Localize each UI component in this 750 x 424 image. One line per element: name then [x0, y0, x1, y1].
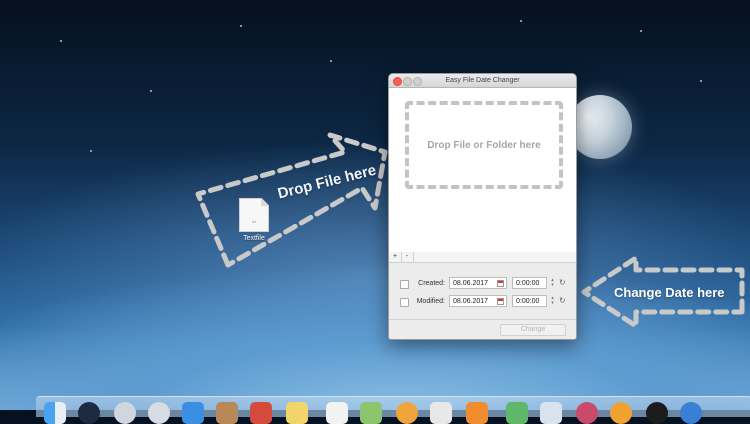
created-label: Created: [418, 280, 445, 287]
created-time-value: 0:00:00 [516, 280, 540, 287]
calendar-icon[interactable] [497, 298, 504, 305]
star [700, 80, 702, 82]
star [60, 40, 62, 42]
star [520, 20, 522, 22]
change-button[interactable]: Change [500, 324, 566, 336]
trash-icon[interactable] [680, 402, 702, 424]
itunes-icon[interactable] [466, 402, 488, 424]
created-time-field[interactable]: 0:00:00 [512, 277, 547, 289]
created-date-field[interactable]: 08.06.2017 [449, 277, 507, 289]
modified-time-value: 0:00:00 [516, 298, 540, 305]
mail-icon[interactable] [148, 402, 170, 424]
drop-file-annotation: Drop File here [276, 161, 378, 203]
modified-date-field[interactable]: 08.06.2017 [449, 295, 507, 307]
preferences-icon[interactable] [576, 402, 598, 424]
title-bar[interactable]: Easy File Date Changer [389, 74, 576, 88]
divider [389, 319, 576, 320]
appstore-icon[interactable] [540, 402, 562, 424]
messages-icon[interactable] [396, 402, 418, 424]
file-drop-area[interactable]: Drop File or Folder here [389, 88, 576, 253]
star [640, 30, 642, 32]
drop-area-text: Drop File or Folder here [427, 139, 541, 151]
file-extension: txt [251, 219, 257, 224]
created-time-stepper[interactable]: ▴ ▾ [550, 278, 555, 288]
moon-wallpaper-element [568, 95, 632, 159]
created-date-value: 08.06.2017 [453, 280, 489, 287]
zoom-button[interactable] [413, 77, 422, 86]
file-name: Textfile [243, 235, 265, 242]
facetime-icon[interactable] [430, 402, 452, 424]
drop-target-box[interactable]: Drop File or Folder here [405, 101, 563, 189]
created-row: Created: 08.06.2017 0:00:00 ▴ ▾ ↻ [389, 277, 576, 291]
downloads-icon[interactable] [610, 402, 632, 424]
safari-icon[interactable] [114, 402, 136, 424]
annotation-arrows [195, 132, 745, 329]
calendar-icon[interactable] [497, 280, 504, 287]
change-date-annotation: Change Date here [614, 285, 725, 300]
ibooks-icon[interactable] [506, 402, 528, 424]
reset-icon[interactable]: ↻ [559, 297, 566, 305]
launchpad-icon[interactable] [78, 402, 100, 424]
modified-time-field[interactable]: 0:00:00 [512, 295, 547, 307]
desktop-file[interactable]: txt Textfile [232, 198, 276, 242]
star [150, 90, 152, 92]
star [90, 150, 92, 152]
remove-button[interactable]: - [401, 252, 414, 262]
close-button[interactable] [393, 77, 402, 86]
list-controls: + - [389, 252, 576, 263]
photos-icon[interactable] [360, 402, 382, 424]
text-file-icon: txt [239, 198, 269, 232]
finder-icon[interactable] [44, 402, 66, 424]
modified-label: Modified: [416, 298, 445, 305]
dock [36, 396, 750, 424]
modified-row: Modified: 08.06.2017 0:00:00 ▴ ▾ ↻ [389, 295, 576, 309]
reminders-icon[interactable] [286, 402, 308, 424]
clock-icon[interactable] [646, 402, 668, 424]
contacts-icon[interactable] [182, 402, 204, 424]
notes-icon[interactable] [250, 402, 272, 424]
maps-icon[interactable] [326, 402, 348, 424]
modified-checkbox[interactable] [400, 298, 409, 307]
star [240, 25, 242, 27]
created-checkbox[interactable] [400, 280, 409, 289]
modified-date-value: 08.06.2017 [453, 298, 489, 305]
reset-icon[interactable]: ↻ [559, 279, 566, 287]
drop-arrow-outline [195, 132, 388, 268]
minimize-button[interactable] [403, 77, 412, 86]
window-title: Easy File Date Changer [445, 77, 520, 84]
star [330, 60, 332, 62]
app-window: Easy File Date Changer Drop File or Fold… [388, 73, 577, 340]
calendar-icon[interactable] [216, 402, 238, 424]
modified-time-stepper[interactable]: ▴ ▾ [550, 296, 555, 306]
